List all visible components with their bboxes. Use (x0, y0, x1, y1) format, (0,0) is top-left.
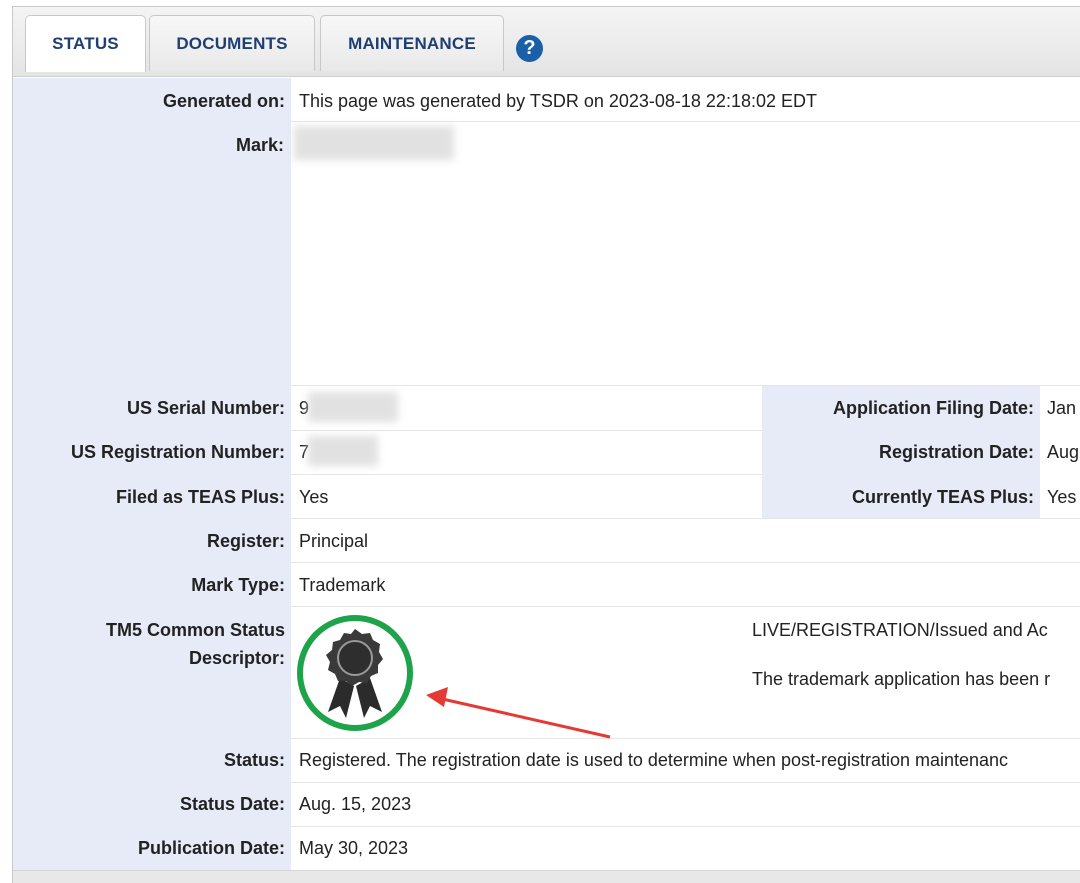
serial-number-label: US Serial Number: (126, 398, 285, 418)
row-divider (291, 562, 1080, 563)
horizontal-scrollbar[interactable] (13, 870, 1080, 883)
mark-type-value: Trademark (299, 575, 386, 595)
award-ribbon-icon (297, 615, 413, 731)
publication-date-value: May 30, 2023 (299, 838, 409, 858)
register-label: Register: (206, 531, 285, 551)
tab-documents[interactable]: DOCUMENTS (149, 15, 315, 71)
generated-on-label: Generated on: (162, 91, 285, 111)
status-value: Registered. The registration date is use… (299, 750, 1009, 770)
registration-number-redacted (308, 436, 378, 466)
tm5-description-line: The trademark application has been r (752, 669, 1051, 689)
row-divider (291, 606, 1080, 607)
row-divider (291, 430, 762, 431)
registration-date-label: Registration Date: (878, 442, 1034, 462)
teas-plus-label: Filed as TEAS Plus: (115, 487, 285, 507)
publication-date-label: Publication Date: (137, 838, 285, 858)
question-mark-icon[interactable]: ? (516, 35, 543, 62)
register-value: Principal (299, 531, 369, 551)
mark-image-redacted (294, 126, 454, 160)
filing-date-label: Application Filing Date: (833, 398, 1034, 418)
currently-teas-plus-label: Currently TEAS Plus: (851, 487, 1034, 507)
registration-number-label: US Registration Number: (70, 442, 285, 462)
tab-status[interactable]: STATUS (25, 15, 146, 72)
generated-on-value: This page was generated by TSDR on 2023-… (299, 91, 817, 111)
red-arrow-annotation (426, 687, 611, 739)
filing-date-value: Jan (1047, 398, 1077, 418)
status-label: Status: (223, 750, 285, 770)
tab-maintenance[interactable]: MAINTENANCE (320, 15, 504, 71)
mark-type-label: Mark Type: (191, 575, 285, 595)
row-divider (291, 518, 1080, 519)
row-divider (291, 474, 762, 475)
status-date-label: Status Date: (179, 794, 285, 814)
tm5-label-line2: Descriptor: (188, 648, 285, 668)
currently-teas-plus-value: Yes (1047, 487, 1077, 507)
status-date-value: Aug. 15, 2023 (299, 794, 412, 814)
row-divider (291, 826, 1080, 827)
mark-label: Mark: (235, 135, 284, 155)
tm5-status-line: LIVE/REGISTRATION/Issued and Ac (752, 620, 1048, 640)
serial-number-redacted (308, 392, 398, 422)
teas-plus-value: Yes (299, 487, 329, 507)
registration-date-value: Aug (1047, 442, 1080, 462)
row-divider (291, 782, 1080, 783)
row-divider (291, 121, 1080, 122)
tm5-label-line1: TM5 Common Status (105, 620, 285, 640)
row-divider (291, 738, 1080, 739)
